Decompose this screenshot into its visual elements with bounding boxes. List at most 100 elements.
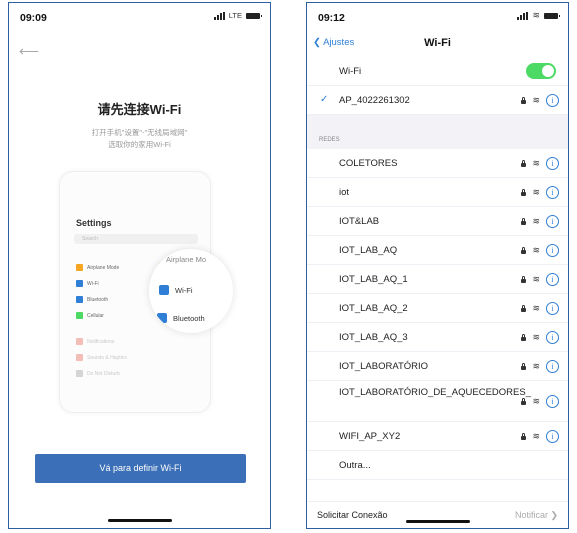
lock-icon xyxy=(521,247,527,254)
wifi-signal-icon: ≋ xyxy=(532,274,540,284)
wifi-toggle-row: Wi-Fi xyxy=(307,57,568,86)
lock-icon xyxy=(521,218,527,225)
other-network-label: Outra... xyxy=(339,460,371,471)
lock-icon xyxy=(521,305,527,312)
network-name: IOT_LAB_AQ_2 xyxy=(339,303,408,314)
zoom-magnifier: Airplane Mo Wi-Fi Bluetooth xyxy=(149,249,233,333)
lock-icon xyxy=(521,97,527,104)
ask-to-join-label: Solicitar Conexão xyxy=(317,510,388,520)
left-phone-screenshot: 09:09 LTE ⟵ 请先连接Wi-Fi 打开手机"设置"-"无线局域网" 选… xyxy=(8,2,271,529)
page-title: Wi-Fi xyxy=(424,37,451,49)
instruction-line-2: 选取你的家用Wi-Fi xyxy=(108,140,171,149)
zoom-bluetooth-item: Bluetooth xyxy=(157,313,205,323)
lock-icon xyxy=(521,160,527,167)
lock-icon xyxy=(521,276,527,283)
network-row[interactable]: IOT&LAB ≋ i xyxy=(307,207,568,236)
network-list: COLETORES ≋ i iot ≋ i IOT&LAB ≋ i IOT_LAB_AQ ≋ i IOT… xyxy=(307,149,568,451)
network-name: IOT_LAB_AQ_3 xyxy=(339,332,408,343)
wifi-signal-icon: ≋ xyxy=(532,431,540,441)
network-name: IOT_LAB_AQ_1 xyxy=(339,274,408,285)
wifi-signal-icon: ≋ xyxy=(532,303,540,313)
instruction-text: 打开手机"设置"-"无线局域网" 选取你的家用Wi-Fi xyxy=(9,127,270,151)
network-name: IOT_LABORATÓRIO xyxy=(339,361,429,372)
wifi-signal-icon: ≋ xyxy=(532,216,540,226)
info-icon[interactable]: i xyxy=(546,430,559,443)
battery-icon xyxy=(246,12,262,19)
wifi-signal-icon: ≋ xyxy=(532,187,540,197)
status-bar: 09:09 LTE xyxy=(9,3,270,29)
back-arrow-icon[interactable]: ⟵ xyxy=(19,43,39,60)
page-title: 请先连接Wi-Fi xyxy=(97,102,182,117)
lock-icon xyxy=(521,398,527,405)
network-type: LTE xyxy=(228,11,242,20)
mock-row-wifi: Wi-Fi xyxy=(76,280,99,287)
airplane-icon xyxy=(151,255,160,264)
right-phone-screenshot: 09:12 ≋ ❮ Ajustes Wi-Fi Wi-Fi ✓ AP_40222… xyxy=(306,2,569,529)
info-icon[interactable]: i xyxy=(546,186,559,199)
wifi-toggle-switch[interactable] xyxy=(526,63,556,79)
network-row[interactable]: IOT_LAB_AQ ≋ i xyxy=(307,236,568,265)
navigation-bar: ❮ Ajustes Wi-Fi xyxy=(307,29,568,57)
network-row[interactable]: COLETORES ≋ i xyxy=(307,149,568,178)
wifi-signal-icon: ≋ xyxy=(532,332,540,342)
info-icon[interactable]: i xyxy=(546,360,559,373)
lock-icon xyxy=(521,433,527,440)
bluetooth-icon xyxy=(157,313,167,323)
battery-icon xyxy=(544,12,560,19)
info-icon[interactable]: i xyxy=(546,215,559,228)
status-time: 09:12 xyxy=(318,12,345,24)
home-indicator[interactable] xyxy=(405,520,470,523)
network-row[interactable]: IOT_LAB_AQ_3 ≋ i xyxy=(307,323,568,352)
status-bar: 09:12 ≋ xyxy=(307,3,568,29)
network-row[interactable]: IOT_LABORATÓRIO ≋ i xyxy=(307,352,568,381)
other-network-row[interactable]: Outra... xyxy=(307,451,568,480)
lock-icon xyxy=(521,189,527,196)
lock-icon xyxy=(521,363,527,370)
wifi-signal-icon: ≋ xyxy=(532,361,540,371)
mock-row-bluetooth: Bluetooth xyxy=(76,296,108,303)
wifi-signal-icon: ≋ xyxy=(532,396,540,406)
network-row[interactable]: iot ≋ i xyxy=(307,178,568,207)
signal-icon xyxy=(213,11,225,20)
network-name: WIFI_AP_XY2 xyxy=(339,431,401,442)
info-icon[interactable]: i xyxy=(546,331,559,344)
home-indicator[interactable] xyxy=(107,519,172,522)
network-name: IOT_LABORATÓRIO_DE_AQUECEDORES_ xyxy=(339,387,531,398)
mock-settings-title: Settings xyxy=(76,218,112,228)
mock-row-airplane: Airplane Mode xyxy=(76,264,119,271)
network-row[interactable]: WIFI_AP_XY2 ≋ i xyxy=(307,422,568,451)
info-icon[interactable]: i xyxy=(546,395,559,408)
info-icon[interactable]: i xyxy=(546,273,559,286)
mock-row-sounds: Sounds & Haptics xyxy=(76,354,127,361)
ask-to-join-row[interactable]: Solicitar Conexão Notificar ❯ xyxy=(307,501,568,528)
mock-row-dnd: Do Not Disturb xyxy=(76,370,120,377)
wifi-status-icon: ≋ xyxy=(532,10,540,20)
info-icon[interactable]: i xyxy=(546,94,559,107)
network-row[interactable]: IOT_LABORATÓRIO_DE_AQUECEDORES_ ≋ i xyxy=(307,381,568,422)
network-name: IOT&LAB xyxy=(339,216,380,227)
ask-to-join-value: Notificar ❯ xyxy=(514,510,558,520)
network-name: AP_4022261302 xyxy=(339,95,410,106)
info-icon[interactable]: i xyxy=(546,157,559,170)
lock-icon xyxy=(521,334,527,341)
zoom-wifi-item: Wi-Fi xyxy=(159,285,193,295)
network-row[interactable]: IOT_LAB_AQ_1 ≋ i xyxy=(307,265,568,294)
go-to-wifi-settings-button[interactable]: Vá para definir Wi-Fi xyxy=(35,454,246,483)
network-name: COLETORES xyxy=(339,158,398,169)
connected-network-row[interactable]: ✓ AP_4022261302 ≋ i xyxy=(307,86,568,115)
mock-row-cellular: Cellular xyxy=(76,312,104,319)
wifi-signal-icon: ≋ xyxy=(532,95,540,105)
wifi-toggle-label: Wi-Fi xyxy=(339,66,362,77)
signal-icon xyxy=(517,11,529,20)
mock-search-field: Search xyxy=(74,234,198,244)
zoom-airplane-item: Airplane Mo xyxy=(151,255,206,264)
wifi-signal-icon: ≋ xyxy=(532,245,540,255)
instruction-line-1: 打开手机"设置"-"无线局域网" xyxy=(91,128,188,137)
status-time: 09:09 xyxy=(20,12,47,24)
info-icon[interactable]: i xyxy=(546,244,559,257)
mock-row-notifications: Notifications xyxy=(76,338,114,345)
info-icon[interactable]: i xyxy=(546,302,559,315)
network-name: IOT_LAB_AQ xyxy=(339,245,398,256)
network-row[interactable]: IOT_LAB_AQ_2 ≋ i xyxy=(307,294,568,323)
checkmark-icon: ✓ xyxy=(320,94,329,105)
